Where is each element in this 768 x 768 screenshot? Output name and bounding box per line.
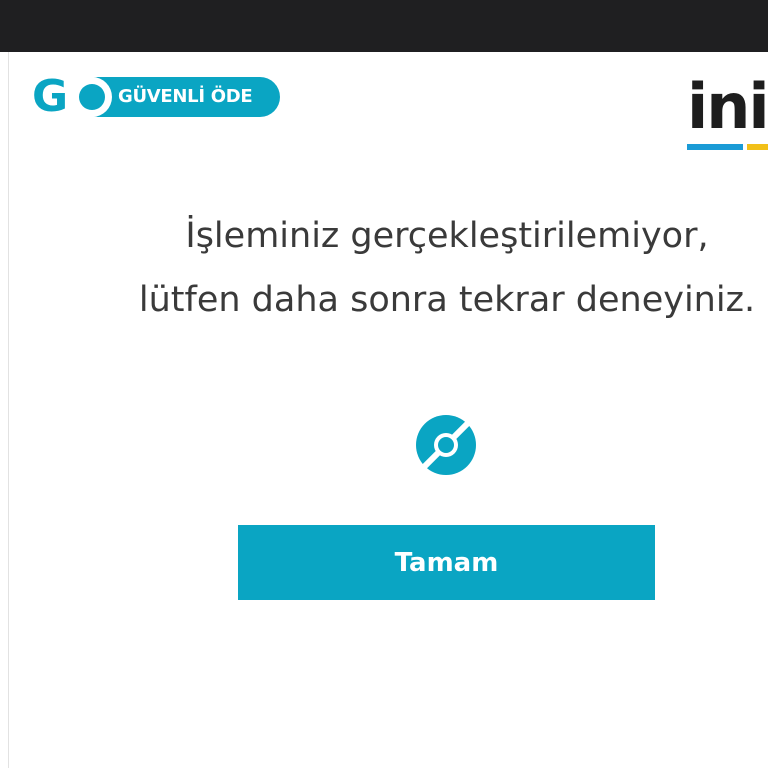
top-bar	[0, 0, 768, 52]
error-message-line-1: İşleminiz gerçekleştirilemiyor,	[185, 216, 709, 256]
brand-logo-blue-bar	[687, 144, 743, 150]
secure-pay-badge: GÜVENLİ ÖDE G	[28, 71, 280, 122]
ok-button[interactable]: Tamam	[238, 525, 655, 600]
error-message: İşleminiz gerçekleştirilemiyor, lütfen d…	[9, 204, 768, 332]
error-message-line-2: lütfen daha sonra tekrar deneyiniz.	[138, 280, 756, 320]
go-logo-o	[72, 77, 112, 117]
go-logo-g: G	[31, 71, 69, 122]
error-dialog: GÜVENLİ ÖDE G ini İşleminiz gerçekleştir…	[8, 52, 768, 768]
brand-logo-yellow-bar	[747, 144, 768, 150]
brand-logo: ini	[687, 78, 768, 154]
loading-spinner-icon	[416, 415, 476, 475]
secure-pay-label: GÜVENLİ ÖDE	[118, 86, 253, 107]
brand-logo-text: ini	[687, 78, 768, 143]
